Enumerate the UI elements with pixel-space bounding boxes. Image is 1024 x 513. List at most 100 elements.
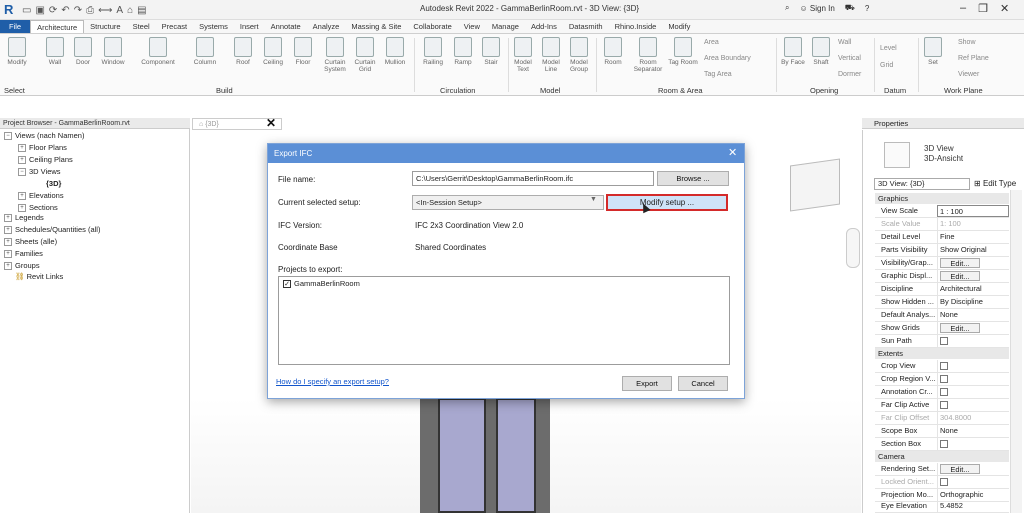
help-button[interactable]: ? [865,4,869,13]
browse-button[interactable]: Browse ... [657,171,729,186]
door-button[interactable]: Door [68,37,98,66]
prop-value[interactable]: By Discipline [937,296,1009,308]
prop-show-hidden[interactable]: Show Hidden ... By Discipline [875,296,1009,309]
tab-precast[interactable]: Precast [156,20,193,33]
prop-annotation-crop[interactable]: Annotation Cr... [875,386,1009,399]
curtain-grid-button[interactable]: Curtain Grid [350,37,380,73]
checkbox[interactable] [940,362,948,370]
revit-logo-icon[interactable]: R [4,2,20,18]
wall-opening-button[interactable]: Wall [838,39,851,46]
tree-3d-view-item[interactable]: {3D} [46,179,61,188]
properties-scrollbar[interactable] [1010,190,1022,513]
switch-windows-icon[interactable]: ▤ [137,5,146,16]
measure-icon[interactable]: ⟷ [98,5,112,16]
prop-crop-view[interactable]: Crop View [875,360,1009,373]
cart-icon[interactable]: ⛟ [845,3,855,13]
tree-schedules[interactable]: + Schedules/Quantities (all) [4,225,100,235]
grid-button[interactable]: Grid [880,62,893,69]
save-icon[interactable]: ▣ [35,5,44,16]
stair-button[interactable]: Stair [476,37,506,66]
window-button[interactable]: Window [98,37,128,66]
tab-insert[interactable]: Insert [234,20,265,33]
prop-value[interactable]: Architectural [937,283,1009,295]
edit-button[interactable]: Edit... [940,271,980,281]
expand-icon[interactable]: + [18,144,26,153]
mullion-button[interactable]: Mullion [380,37,410,66]
tree-families[interactable]: + Families [4,249,43,259]
tree-ceiling-plans[interactable]: + Ceiling Plans [18,155,73,165]
edit-button[interactable]: Edit... [940,323,980,333]
redo-icon[interactable]: ↷ [74,5,82,16]
text-icon[interactable]: A [116,5,123,16]
close-view-tab-icon[interactable]: ✕ [266,116,276,130]
category-camera[interactable]: Camera [875,451,1009,462]
dormer-button[interactable]: Dormer [838,71,861,78]
undo-icon[interactable]: ↶ [61,5,69,16]
tree-3d-views[interactable]: −3D Views [18,167,61,177]
modify-button[interactable]: Modify [2,37,32,66]
prop-graphic-display[interactable]: Graphic Displ... Edit... [875,270,1009,283]
file-name-input[interactable] [412,171,654,186]
prop-crop-region[interactable]: Crop Region V... [875,373,1009,386]
prop-section-box[interactable]: Section Box [875,438,1009,451]
tab-massing-site[interactable]: Massing & Site [345,20,407,33]
expand-icon[interactable]: + [4,238,12,247]
tab-collaborate[interactable]: Collaborate [407,20,457,33]
shaft-button[interactable]: Shaft [806,37,836,66]
tab-annotate[interactable]: Annotate [265,20,307,33]
tab-file[interactable]: File [0,20,31,33]
curtain-system-button[interactable]: Curtain System [320,37,350,73]
prop-value[interactable]: None [937,309,1009,321]
tree-sheets[interactable]: + Sheets (alle) [4,237,57,247]
modify-setup-button[interactable]: Modify setup ... [606,194,728,211]
checkbox[interactable] [940,388,948,396]
model-line-button[interactable]: Model Line [536,37,566,73]
expand-icon[interactable]: + [4,250,12,259]
tree-legends[interactable]: + Legends [4,213,44,223]
prop-detail-level[interactable]: Detail Level Fine [875,231,1009,244]
area-boundary-button[interactable]: Area Boundary [704,55,751,62]
setup-dropdown[interactable]: <In-Session Setup> [412,195,604,210]
collapse-icon[interactable]: − [4,132,12,141]
tab-architecture[interactable]: Architecture [30,20,85,33]
export-button[interactable]: Export [622,376,672,391]
component-button[interactable]: Component [138,37,178,66]
prop-value[interactable]: Orthographic [937,489,1009,501]
tab-systems[interactable]: Systems [193,20,234,33]
prop-value[interactable]: 1 : 100 [937,205,1009,217]
prop-value[interactable]: None [937,425,1009,437]
edit-button[interactable]: Edit... [940,258,980,268]
edit-type-button[interactable]: ⊞ Edit Type [974,179,1016,188]
tree-floor-plans[interactable]: + Floor Plans [18,143,67,153]
show-button[interactable]: Show [958,39,976,46]
model-group-button[interactable]: Model Group [564,37,594,73]
chevron-down-icon[interactable]: ▼ [590,196,597,203]
prop-show-grids[interactable]: Show Grids Edit... [875,322,1009,335]
tab-steel[interactable]: Steel [127,20,156,33]
cancel-button[interactable]: Cancel [678,376,728,391]
roof-button[interactable]: Roof [228,37,258,66]
room-area-group-label[interactable]: Room & Area [658,86,703,95]
tag-room-button[interactable]: Tag Room [668,37,698,66]
prop-view-scale[interactable]: View Scale 1 : 100 [875,205,1009,218]
search-icon[interactable]: ⌕ [785,3,789,13]
area-button[interactable]: Area [704,39,719,46]
by-face-button[interactable]: By Face [778,37,808,66]
tree-sections[interactable]: + Sections [18,203,58,213]
print-icon[interactable]: ⎙ [86,5,94,16]
select-group-label[interactable]: Select [4,86,25,95]
restore-icon[interactable]: ❐ [978,2,988,15]
tab-datasmith[interactable]: Datasmith [563,20,609,33]
tree-elevations[interactable]: + Elevations [18,191,64,201]
tab-structure[interactable]: Structure [84,20,126,33]
project-checkbox[interactable]: ✓ [283,279,291,288]
close-window-icon[interactable]: ✕ [1000,2,1009,15]
collapse-icon[interactable]: − [18,168,26,177]
building-model-3d[interactable] [420,390,550,513]
ceiling-button[interactable]: Ceiling [258,37,288,66]
vertical-opening-button[interactable]: Vertical [838,55,861,62]
prop-value[interactable]: 5.4852 [937,500,1009,512]
column-button[interactable]: Column [190,37,220,66]
checkbox[interactable] [940,440,948,448]
checkbox[interactable] [940,401,948,409]
